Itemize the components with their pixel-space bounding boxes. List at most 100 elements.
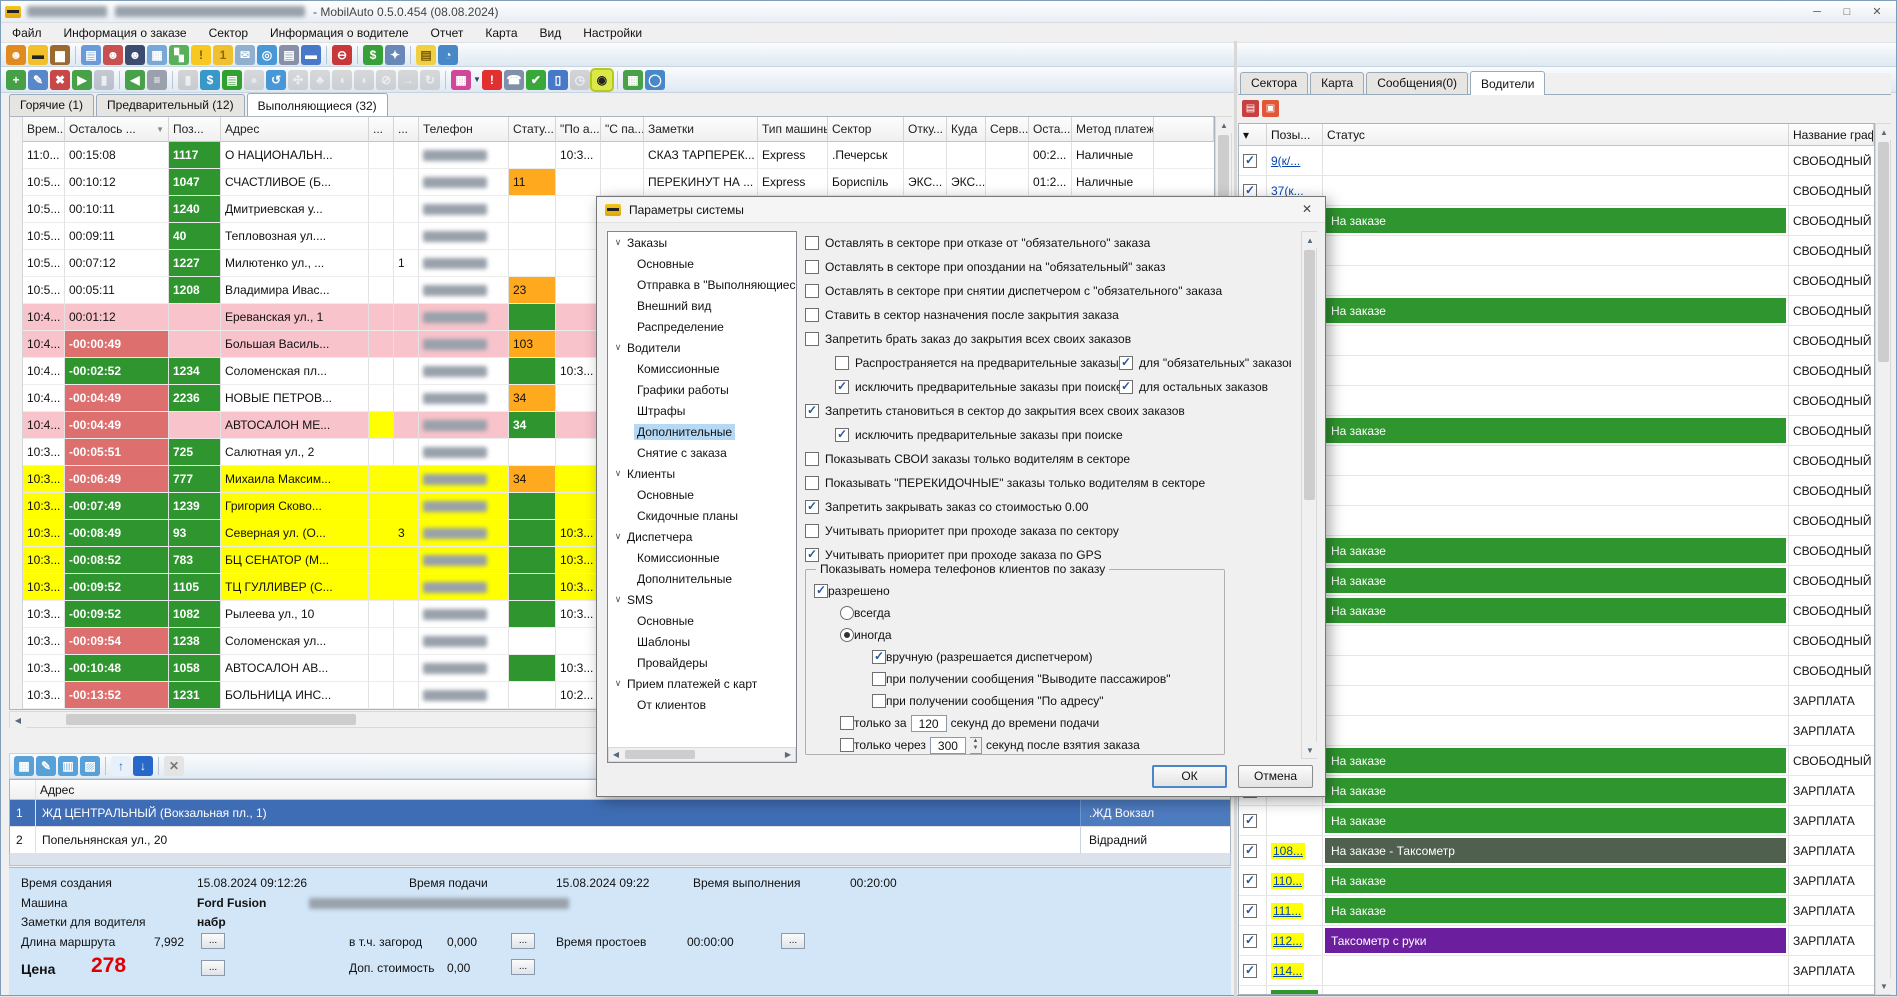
- stack-icon[interactable]: ≡: [147, 69, 167, 90]
- driver-row[interactable]: На заказе СВОБОДНЫЙ: [1239, 536, 1874, 566]
- column-header-to[interactable]: Куда: [947, 117, 986, 142]
- driver-icon[interactable]: ☻: [125, 44, 145, 65]
- confirm-icon[interactable]: ✔: [525, 69, 546, 90]
- order-row[interactable]: 10:5... 00:10:12 1047 СЧАСТЛИВОЕ (Б... 11 ПЕР…: [10, 169, 1214, 196]
- column-header-status[interactable]: Стату...: [509, 117, 556, 142]
- eye-icon[interactable]: ◉: [589, 67, 614, 92]
- client-icon[interactable]: ☻: [103, 44, 123, 65]
- globe-icon[interactable]: ◯: [644, 69, 665, 90]
- tree-item[interactable]: Распределение: [608, 316, 796, 337]
- photo-icon[interactable]: ▦: [147, 44, 167, 65]
- fax-icon[interactable]: ☎: [503, 69, 524, 90]
- close-button[interactable]: ✕: [1862, 3, 1892, 21]
- scroll-up-icon[interactable]: ▲: [1216, 117, 1232, 133]
- driver-row[interactable]: ЗАРПЛАТА: [1239, 686, 1874, 716]
- tree-item[interactable]: Основные: [608, 484, 796, 505]
- option-checkbox[interactable]: [835, 356, 849, 370]
- money-icon[interactable]: $: [363, 44, 383, 65]
- driver-row[interactable]: На заказе ЗАРПЛАТА: [1239, 776, 1874, 806]
- route-length-more-button[interactable]: ...: [201, 933, 225, 949]
- driver-row[interactable]: СВОБОДНЫЙ: [1239, 356, 1874, 386]
- driver-row[interactable]: СВОБОДНЫЙ: [1239, 236, 1874, 266]
- driver-row[interactable]: 111... На заказе ЗАРПЛАТА: [1239, 896, 1874, 926]
- address-row[interactable]: 1 ЖД ЦЕНТРАЛЬНЫЙ (Вокзальная пл., 1) .ЖД В…: [10, 800, 1230, 827]
- drivers-vertical-scrollbar[interactable]: ▲ ▼: [1875, 123, 1892, 995]
- circle-icon[interactable]: ●: [244, 69, 264, 90]
- option-checkbox[interactable]: [805, 499, 819, 514]
- tree-item[interactable]: Провайдеры: [608, 652, 796, 673]
- option-checkbox[interactable]: [805, 452, 819, 466]
- tree-item[interactable]: От клиентов: [608, 694, 796, 715]
- target-icon[interactable]: ◎: [257, 44, 277, 65]
- pause-icon[interactable]: ◖: [332, 69, 352, 90]
- tab-active[interactable]: Выполняющиеся (32): [246, 93, 388, 117]
- option-checkbox[interactable]: [1119, 379, 1133, 394]
- right-tab[interactable]: Карта: [1310, 72, 1365, 94]
- move-down-icon[interactable]: ↓: [133, 756, 153, 776]
- delete-address-icon[interactable]: ✕: [164, 756, 184, 776]
- column-header-sector[interactable]: Сектор: [828, 117, 904, 142]
- chevron-down-icon[interactable]: ∨: [612, 594, 624, 605]
- column-header-status[interactable]: Статус: [1323, 124, 1789, 146]
- cancel-button[interactable]: Отмена: [1238, 765, 1313, 788]
- driver-row[interactable]: 114... ЗАРПЛАТА: [1239, 956, 1874, 986]
- option-checkbox[interactable]: [872, 672, 886, 686]
- db-edit-icon[interactable]: ✎: [28, 69, 48, 90]
- address-map-icon[interactable]: ▨: [80, 756, 100, 776]
- extra-cost-more-button[interactable]: ...: [511, 959, 535, 975]
- column-header-c1[interactable]: ...: [369, 117, 394, 142]
- option-checkbox[interactable]: [805, 332, 819, 346]
- column-header-callsign[interactable]: Позы...: [1267, 124, 1323, 146]
- tab-order[interactable]: Предварительный (12): [96, 94, 245, 116]
- scrollbar-thumb[interactable]: [66, 714, 356, 725]
- ok-button[interactable]: ОК: [1152, 765, 1227, 788]
- db-close-icon[interactable]: ▮: [94, 69, 114, 90]
- column-header-serv[interactable]: Серв...: [986, 117, 1029, 142]
- driver-row[interactable]: СВОБОДНЫЙ: [1239, 446, 1874, 476]
- stop-icon[interactable]: ⊖: [332, 44, 352, 65]
- coin-icon[interactable]: 1: [213, 44, 233, 65]
- driver-checkbox[interactable]: [1243, 873, 1257, 888]
- column-header-cartype[interactable]: Тип машины: [758, 117, 828, 142]
- dialog-close-icon[interactable]: ✕: [1290, 198, 1324, 220]
- tree-item[interactable]: Дополнительные: [608, 421, 796, 442]
- menu-item[interactable]: Сектор: [198, 24, 259, 42]
- driver-checkbox[interactable]: [1243, 963, 1257, 978]
- scroll-down-icon[interactable]: ▼: [1876, 978, 1892, 994]
- puzzle-icon[interactable]: ▚: [169, 44, 189, 65]
- driver-row[interactable]: На заказе СВОБОДНЫЙ: [1239, 206, 1874, 236]
- always-radio[interactable]: [840, 606, 854, 620]
- select-all-filter-icon[interactable]: ▾: [1239, 124, 1267, 146]
- chevron-down-icon[interactable]: ∨: [612, 678, 624, 689]
- tab-order[interactable]: Горячие (1): [9, 94, 95, 116]
- driver-row[interactable]: На заказе СВОБОДНЫЙ: [1239, 296, 1874, 326]
- right-tab[interactable]: Водители: [1470, 71, 1546, 95]
- driver-row[interactable]: На заказе СВОБОДНЫЙ: [1239, 596, 1874, 626]
- menu-item[interactable]: Отчет: [420, 24, 475, 42]
- warning-icon[interactable]: !: [191, 44, 211, 65]
- driver-row[interactable]: СВОБОДНЫЙ: [1239, 506, 1874, 536]
- dropdown-arrow-icon[interactable]: ▼: [473, 75, 481, 84]
- address-edit-icon[interactable]: ✎: [36, 756, 56, 776]
- driver-row[interactable]: СВОБОДНЫЙ: [1239, 656, 1874, 686]
- seconds-input[interactable]: 300: [929, 736, 966, 754]
- tree-item[interactable]: Основные: [608, 610, 796, 631]
- option-checkbox[interactable]: [805, 236, 819, 250]
- maximize-button[interactable]: □: [1832, 3, 1862, 21]
- option-checkbox[interactable]: [805, 308, 819, 322]
- chevron-down-icon[interactable]: ∨: [612, 468, 624, 479]
- column-header-addr[interactable]: Адрес: [221, 117, 369, 142]
- scrollbar-thumb[interactable]: [625, 750, 695, 759]
- tree-item[interactable]: Штрафы: [608, 400, 796, 421]
- tree-item[interactable]: Дополнительные: [608, 568, 796, 589]
- driver-row[interactable]: На заказе СВОБОДНЫЙ: [1239, 566, 1874, 596]
- menu-item[interactable]: Информация о водителе: [259, 24, 419, 42]
- option-checkbox[interactable]: [805, 547, 819, 562]
- column-header-remain[interactable]: Осталось ... ▼: [65, 117, 169, 142]
- phonebook-icon[interactable]: ▤: [1242, 99, 1259, 117]
- tree-item[interactable]: Снятие с заказа: [608, 442, 796, 463]
- driver-checkbox[interactable]: [1243, 153, 1257, 168]
- column-header-spa[interactable]: "С па...: [601, 117, 644, 142]
- column-header-poa[interactable]: "По а...: [556, 117, 601, 142]
- door-icon[interactable]: ▮: [178, 69, 198, 90]
